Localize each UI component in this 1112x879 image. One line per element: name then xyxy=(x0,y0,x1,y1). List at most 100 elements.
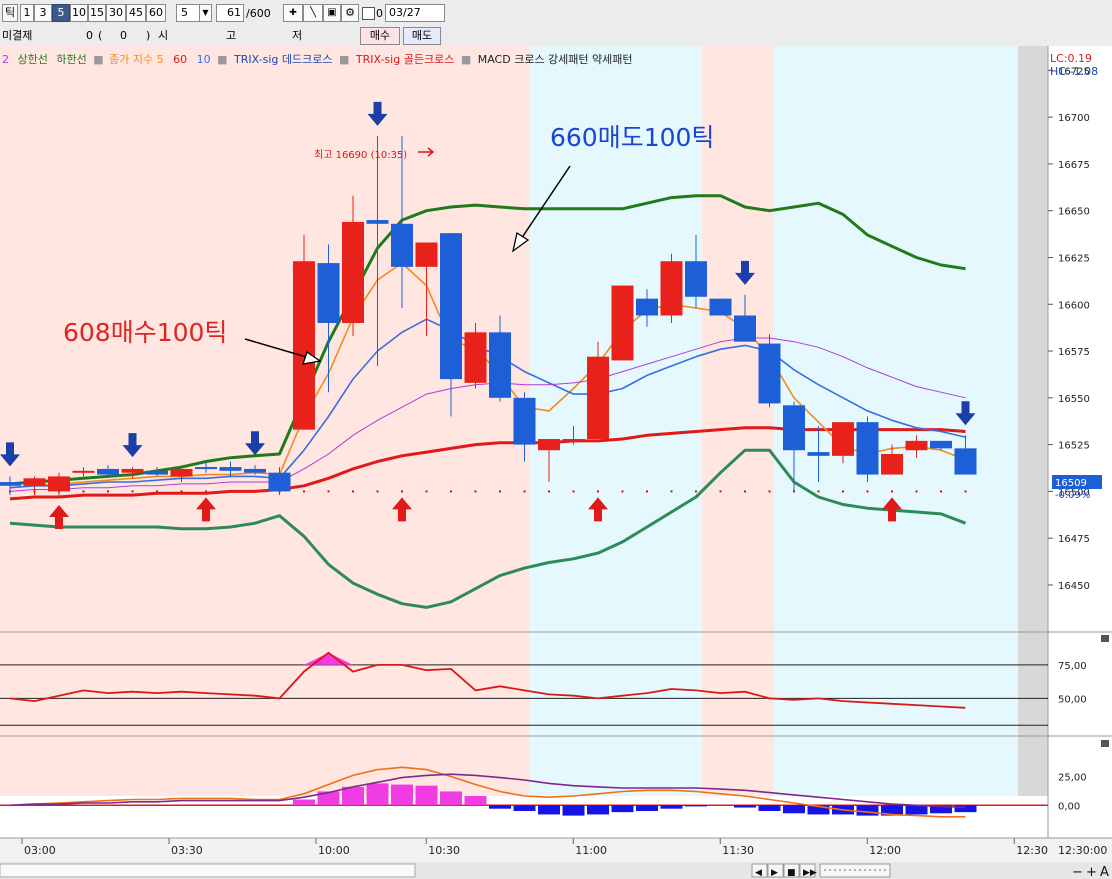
candle-body xyxy=(930,440,952,449)
tick-mode-button[interactable]: 틱 xyxy=(2,4,18,22)
signal-dot xyxy=(646,490,648,493)
interval-button-5[interactable]: 5 xyxy=(52,4,70,22)
signal-dot xyxy=(695,490,697,493)
macd-bar xyxy=(856,805,879,816)
high-label: 고 xyxy=(226,29,237,42)
open-label: 시 xyxy=(158,29,169,42)
macd-tick-label: 25,00 xyxy=(1058,773,1087,784)
svg-text:2 상한선 하한선 ■ 종가: 2 상한선 하한선 ■ 종가 지수 5 60 10 ■ TRIX-sig 데드크… xyxy=(2,52,633,66)
legend-macd: MACD 크로스 강세패턴 약세패턴 xyxy=(478,52,633,66)
interval-button-45[interactable]: 45 xyxy=(126,4,146,22)
legend-close-index: 종가 지수 5 xyxy=(109,53,163,66)
macd-bar xyxy=(758,805,781,811)
time-tick-label: 03:30 xyxy=(171,844,203,857)
candle-body xyxy=(562,439,585,441)
interval-button-15[interactable]: 15 xyxy=(88,4,106,22)
line-tool-icon[interactable]: ╲ xyxy=(303,4,323,22)
candle-body xyxy=(72,470,95,473)
paren-open: ( xyxy=(98,29,103,42)
paren-close: ) xyxy=(146,29,151,42)
candle-body xyxy=(23,478,46,486)
gear-icon[interactable]: ⚙ xyxy=(341,4,359,22)
lc-label: LC:0.19 xyxy=(1050,52,1092,65)
time-tick-label: 03:00 xyxy=(24,844,56,857)
signal-dot xyxy=(425,490,428,493)
high-marker: 최고 16690 (10:35) xyxy=(314,149,407,161)
candle-body xyxy=(611,285,634,361)
candle-body xyxy=(342,221,364,323)
macd-bar xyxy=(660,805,683,809)
checkbox[interactable] xyxy=(362,7,375,20)
crosshair-icon[interactable]: ✚ xyxy=(283,4,303,22)
buy-button[interactable]: 매수 xyxy=(360,27,400,45)
panel-close-icon-2[interactable] xyxy=(1101,740,1109,747)
signal-dot xyxy=(303,490,305,493)
time-tick-label: 12:00 xyxy=(869,844,901,857)
candle-body xyxy=(170,468,193,477)
zoom-control: + xyxy=(1086,865,1097,879)
price-tick-label: 16675 xyxy=(1058,160,1090,171)
interval-button-1[interactable]: 1 xyxy=(20,4,34,22)
count-input[interactable]: 5 xyxy=(176,4,200,22)
candle-body xyxy=(709,298,732,316)
sell-button[interactable]: 매도 xyxy=(403,27,441,45)
macd-bar xyxy=(513,805,536,811)
nav-button-label: ■ xyxy=(787,868,796,878)
signal-dot xyxy=(474,490,477,493)
legend-trix-dead: TRIX-sig 데드크로스 xyxy=(233,53,332,66)
infobar: 미결제 0 ( 0 ) 시 고 저 매수 매도 xyxy=(0,26,1112,47)
time-tick-label: 11:30 xyxy=(722,844,754,857)
count-dropdown-icon[interactable]: ▼ xyxy=(199,4,212,22)
price-tick-label: 16475 xyxy=(1058,534,1090,545)
candle-body xyxy=(268,472,291,492)
signal-dot xyxy=(376,490,379,493)
macd-bar xyxy=(538,805,560,815)
macd-bar xyxy=(440,791,462,806)
unsettled-value: 0 xyxy=(86,29,93,42)
zoom-control: − xyxy=(1072,865,1083,879)
zoom-control: A xyxy=(1100,865,1109,879)
signal-dot xyxy=(107,490,109,493)
time-axis-bg xyxy=(0,838,1112,862)
signal-dot xyxy=(915,490,918,493)
chart-area[interactable]: 1672516700166751665016625166001657516550… xyxy=(0,46,1112,879)
signal-dot xyxy=(352,490,354,493)
position-input[interactable]: 61 xyxy=(216,4,244,22)
macd-tick-label: 0,00 xyxy=(1058,801,1080,812)
macd-bar xyxy=(783,805,805,814)
date-input[interactable]: 03/27 xyxy=(385,4,445,22)
signal-dot xyxy=(548,490,550,493)
price-tick-label: 16600 xyxy=(1058,300,1090,311)
macd-bar xyxy=(587,805,609,815)
candle-body xyxy=(195,467,217,470)
candle-body xyxy=(391,223,413,267)
candle-body xyxy=(685,261,707,297)
toolbar: 틱 1 3 5 10 15 30 45 60 5 ▼ 61 /600 ✚ ╲ ▣ ⚙ 0 03… xyxy=(0,0,1112,27)
candle-body xyxy=(587,356,609,439)
checkbox-label: 0 xyxy=(376,7,383,20)
save-icon[interactable]: ▣ xyxy=(323,4,341,22)
interval-button-10[interactable]: 10 xyxy=(70,4,88,22)
session-bg-2 xyxy=(530,46,702,796)
scrollbar[interactable] xyxy=(0,863,416,878)
legend-ma10: 10 xyxy=(197,53,211,66)
nav-button-label: ◀ xyxy=(755,868,762,878)
candle-body xyxy=(905,440,928,451)
candle-body xyxy=(317,263,340,323)
candle-body xyxy=(758,343,781,404)
legend-upper-band: 상한선 xyxy=(18,53,48,66)
interval-button-3[interactable]: 3 xyxy=(34,4,52,22)
candle-body xyxy=(807,452,830,456)
nav-button-label: ▶▶ xyxy=(803,868,817,878)
current-change: -0.09% xyxy=(1055,490,1090,501)
candle-body xyxy=(219,467,242,471)
candle-body xyxy=(538,439,560,451)
interval-button-30[interactable]: 30 xyxy=(106,4,126,22)
panel-close-icon-1[interactable] xyxy=(1101,635,1109,642)
signal-dot xyxy=(401,490,403,493)
macd-bar xyxy=(342,786,364,806)
position-total: /600 xyxy=(246,7,271,20)
interval-button-60[interactable]: 60 xyxy=(146,4,166,22)
time-axis-end-label: 12:30:00 xyxy=(1058,844,1107,857)
nav-button-label: ▶ xyxy=(771,868,778,878)
